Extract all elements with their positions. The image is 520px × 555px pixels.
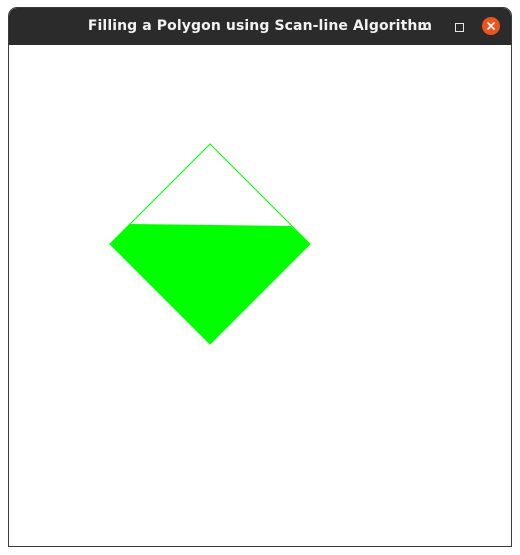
window-title: Filling a Polygon using Scan-line Algori… xyxy=(87,18,433,34)
close-icon xyxy=(487,22,495,30)
app-window: Filling a Polygon using Scan-line Algori… xyxy=(9,8,511,546)
minimize-icon xyxy=(420,28,428,30)
polygon-fill xyxy=(110,224,310,344)
minimize-button[interactable] xyxy=(414,17,434,37)
title-bar[interactable]: Filling a Polygon using Scan-line Algori… xyxy=(9,8,511,45)
polygon-drawing xyxy=(109,143,311,345)
close-button[interactable] xyxy=(482,17,500,35)
maximize-button[interactable] xyxy=(449,17,469,37)
maximize-icon xyxy=(454,22,464,32)
drawing-canvas xyxy=(9,45,511,546)
